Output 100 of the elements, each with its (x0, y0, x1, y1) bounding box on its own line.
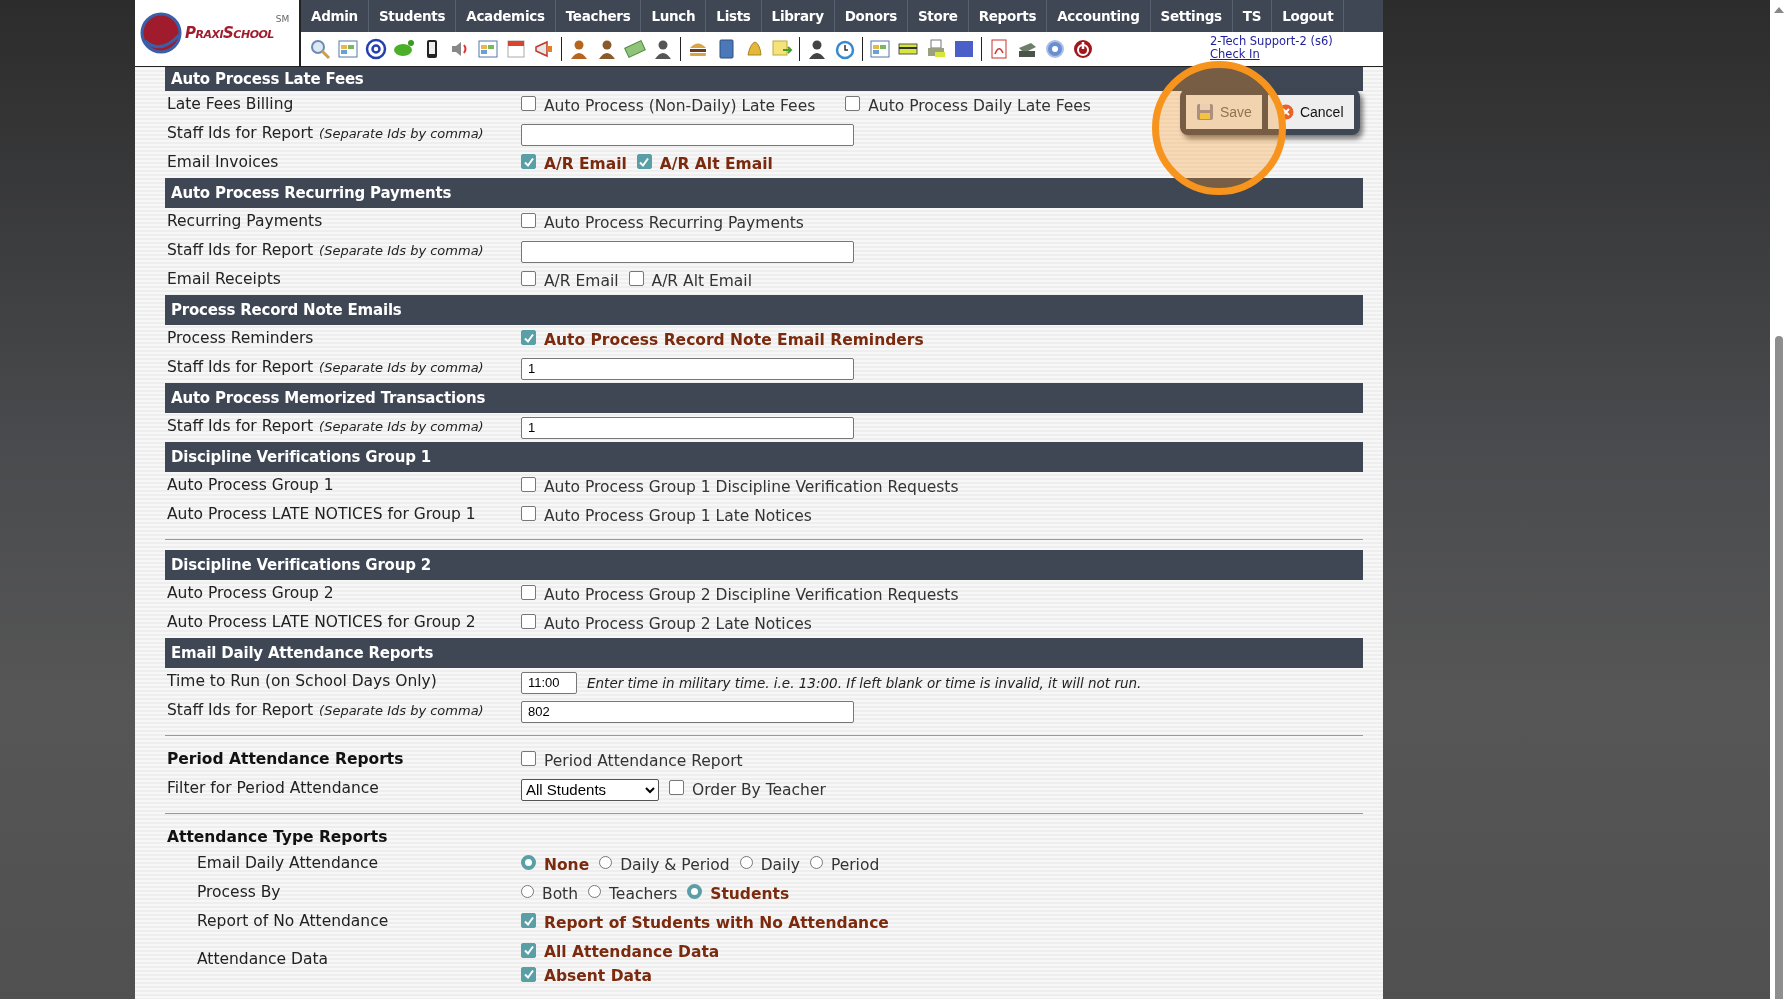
checkbox-label: Auto Process Group 1 Discipline Verification Requests (544, 477, 959, 496)
nav-menu-item[interactable]: Lunch (641, 0, 707, 32)
field-label: Staff Ids for Report (167, 240, 314, 259)
grid-icon[interactable] (337, 38, 359, 60)
nav-menu-item[interactable]: Teachers (555, 0, 642, 32)
checkbox[interactable] (521, 942, 536, 958)
section-header: Auto Process Late Fees (165, 67, 1363, 91)
help-icon[interactable] (1044, 38, 1066, 60)
field-hint: (Separate Ids by comma) (319, 242, 484, 258)
field-label: Staff Ids for Report (167, 123, 314, 142)
field-label: Period Attendance Reports (167, 749, 404, 768)
text-field[interactable] (521, 240, 854, 263)
nav-menu-item[interactable]: Academics (456, 0, 556, 32)
checkbox-label: A/R Email (544, 154, 627, 173)
checkbox[interactable] (521, 96, 536, 111)
cancel-button[interactable]: Cancel (1267, 95, 1354, 129)
printer-icon[interactable] (925, 38, 947, 60)
nav-menu-item[interactable]: Library (761, 0, 835, 32)
checkbox[interactable] (521, 330, 536, 345)
checkbox-label: Period Attendance Report (544, 751, 743, 770)
checkbox[interactable] (521, 506, 536, 521)
checkbox-label: Report of Students with No Attendance (544, 913, 889, 932)
person-icon[interactable] (596, 38, 618, 60)
section-heading: Attendance Type Reports (166, 827, 389, 848)
megaphone-icon[interactable] (533, 38, 555, 60)
radio-label: Period (830, 855, 880, 874)
person-icon[interactable] (806, 38, 828, 60)
text-field[interactable]: 1 (521, 416, 854, 439)
nav-menu-item[interactable]: Reports (968, 0, 1048, 32)
section-header: Discipline Verifications Group 1 (165, 442, 1363, 472)
nav-menu-item[interactable]: Donors (834, 0, 908, 32)
nav-menu-item[interactable]: Accounting (1047, 0, 1151, 32)
checkbox[interactable] (521, 271, 536, 286)
radio-button[interactable] (521, 855, 536, 870)
radio-button[interactable] (588, 885, 602, 898)
field-note: Enter time in military time. i.e. 13:00. If left blank or time is invalid, it will not run. (587, 674, 1142, 691)
field-label: Email Invoices (167, 152, 279, 171)
radio-button[interactable] (739, 856, 753, 869)
checkbox-label: Auto Process Group 1 Late Notices (544, 506, 812, 525)
field-label: Auto Process Group 2 (167, 583, 334, 602)
field-label: Process Reminders (167, 328, 314, 347)
field-hint: (Separate Ids by comma) (319, 418, 484, 434)
nav-menu-item[interactable]: Admin (301, 0, 369, 32)
checkbox-label: A/R Email (544, 271, 619, 290)
field-label: Staff Ids for Report (167, 357, 314, 376)
field-hint: (Separate Ids by comma) (319, 359, 484, 375)
person-plus-icon[interactable] (568, 38, 590, 60)
checkbox[interactable] (628, 271, 644, 286)
nav-menu-item[interactable]: Logout (1272, 0, 1345, 32)
alarm-clock-icon[interactable] (834, 38, 856, 60)
checkbox-label: A/R Alt Email (651, 271, 752, 290)
nav-menu-item[interactable]: Students (368, 0, 457, 32)
field-label: Staff Ids for Report (167, 700, 314, 719)
checkbox[interactable] (669, 780, 684, 795)
people-icon[interactable] (652, 38, 674, 60)
time-field[interactable]: 11:00 (521, 671, 577, 694)
service-mark: SM (275, 14, 290, 24)
checkbox-label: Auto Process Group 2 Discipline Verification Requests (544, 585, 959, 604)
table-icon[interactable] (477, 38, 499, 60)
checkbox[interactable] (521, 913, 536, 928)
checkbox-label: Auto Process Group 2 Late Notices (544, 614, 812, 633)
section-header: Auto Process Recurring Payments (165, 178, 1363, 208)
radio-button[interactable] (521, 885, 534, 898)
checkbox[interactable] (521, 585, 536, 600)
checkbox-label: Auto Process (Non-Daily) Late Fees (544, 96, 816, 115)
checkbox[interactable] (521, 751, 536, 766)
magnifier-icon[interactable] (309, 38, 331, 60)
checkbox[interactable] (521, 966, 536, 982)
checkbox[interactable] (521, 154, 536, 169)
logo-text: PraxiSchool (185, 24, 274, 42)
scroll-up-icon[interactable] (1773, 6, 1785, 14)
nav-menu-item[interactable]: Lists (706, 0, 762, 32)
nav-menu-item[interactable]: Settings (1150, 0, 1233, 32)
section-header: Discipline Verifications Group 2 (165, 550, 1363, 580)
checkbox[interactable] (521, 213, 536, 228)
pdf-icon[interactable] (988, 38, 1010, 60)
nav-menu-item[interactable]: TS (1232, 0, 1273, 32)
dropdown[interactable]: All Students (521, 778, 659, 801)
text-field[interactable]: 802 (521, 700, 854, 723)
checkbox[interactable] (636, 154, 652, 169)
text-field[interactable] (521, 123, 854, 146)
checkbox[interactable] (521, 477, 536, 492)
checkbox-label: Order By Teacher (692, 780, 826, 799)
radio-button[interactable] (809, 856, 823, 869)
checkbox[interactable] (521, 614, 536, 629)
table-icon[interactable] (869, 38, 891, 60)
field-label: Recurring Payments (167, 211, 323, 230)
user-name: 2-Tech Support-2 (s6) (1210, 35, 1333, 48)
radio-button[interactable] (687, 884, 703, 899)
field-label: Attendance Data (197, 950, 328, 968)
scrollbar-thumb[interactable] (1775, 336, 1783, 999)
checkbox-label: Auto Process Record Note Email Reminders (544, 330, 924, 349)
calendar-icon[interactable] (505, 38, 527, 60)
check-in-link[interactable]: Check In (1210, 48, 1333, 61)
power-icon[interactable] (1072, 38, 1094, 60)
checkbox[interactable] (845, 96, 861, 111)
radio-label: Students (710, 884, 790, 903)
nav-menu-item[interactable]: Store (907, 0, 969, 32)
radio-button[interactable] (599, 856, 613, 869)
text-field[interactable]: 1 (521, 357, 854, 380)
